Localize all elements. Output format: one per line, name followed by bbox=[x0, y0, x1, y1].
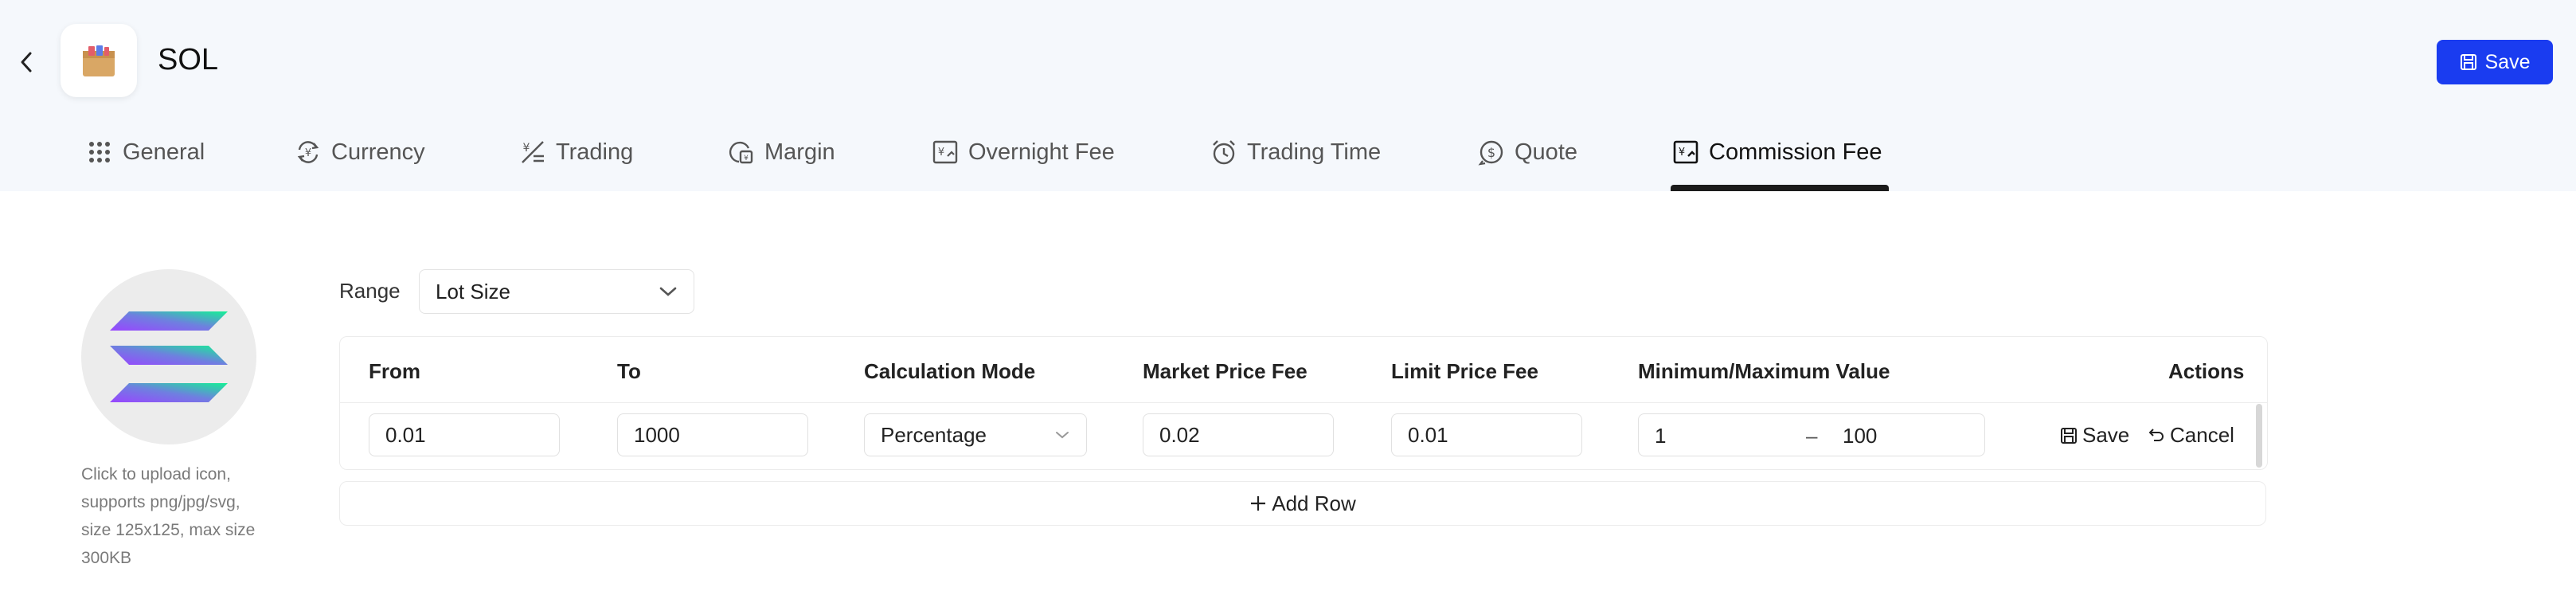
solana-logo-icon bbox=[110, 311, 228, 402]
from-value: 0.01 bbox=[385, 422, 426, 447]
svg-text:¥: ¥ bbox=[305, 147, 311, 159]
tab-label: Overnight Fee bbox=[968, 139, 1115, 165]
column-header-actions: Actions bbox=[2168, 359, 2245, 383]
overnight-fee-icon: ¥ bbox=[932, 139, 959, 166]
min-value: 1 bbox=[1655, 424, 1667, 448]
currency-exchange-icon: ¥ bbox=[295, 139, 322, 166]
page-title: SOL bbox=[158, 43, 219, 76]
save-button-label: Save bbox=[2484, 50, 2531, 73]
range-separator: – bbox=[1806, 424, 1818, 448]
plus-icon bbox=[1251, 496, 1266, 511]
tab-quote[interactable]: $ Quote bbox=[1478, 132, 1577, 172]
row-save-label: Save bbox=[2082, 423, 2130, 447]
range-label: Range bbox=[339, 279, 401, 303]
range-value: Lot Size bbox=[436, 279, 510, 303]
column-header-calculation-mode: Calculation Mode bbox=[864, 359, 1036, 383]
row-cancel-button[interactable]: Cancel bbox=[2148, 423, 2234, 448]
calculation-mode-value: Percentage bbox=[881, 422, 987, 447]
tab-label: Margin bbox=[764, 139, 835, 165]
commission-table: From To Calculation Mode Market Price Fe… bbox=[339, 336, 2268, 470]
quote-icon: $ bbox=[1478, 139, 1505, 166]
table-scrollbar[interactable] bbox=[2256, 404, 2262, 468]
column-header-market-price-fee: Market Price Fee bbox=[1143, 359, 1308, 383]
tab-commission-fee[interactable]: ¥ Commission Fee bbox=[1672, 132, 1882, 172]
svg-text:$: $ bbox=[1487, 145, 1495, 160]
active-tab-indicator bbox=[1671, 185, 1889, 191]
alarm-clock-icon bbox=[1210, 139, 1237, 166]
add-row-button[interactable]: Add Row bbox=[339, 481, 2266, 526]
range-select[interactable]: Lot Size bbox=[419, 269, 694, 314]
tab-general[interactable]: General bbox=[86, 132, 205, 172]
tab-label: Quote bbox=[1515, 139, 1577, 165]
add-row-label: Add Row bbox=[1272, 491, 1356, 515]
chevron-down-icon bbox=[659, 287, 677, 296]
chevron-down-icon bbox=[1056, 432, 1069, 439]
tab-label: Trading bbox=[556, 139, 634, 165]
max-value: 100 bbox=[1843, 424, 1878, 448]
column-header-to: To bbox=[617, 359, 641, 383]
market-price-fee-input[interactable]: 0.02 bbox=[1143, 413, 1334, 456]
tab-margin[interactable]: ¥ Margin bbox=[728, 132, 835, 172]
calculation-mode-select[interactable]: Percentage bbox=[864, 413, 1087, 456]
save-button[interactable]: Save bbox=[2437, 40, 2553, 84]
tab-label: Trading Time bbox=[1247, 139, 1382, 165]
column-header-from: From bbox=[369, 359, 420, 383]
back-button[interactable] bbox=[11, 46, 43, 78]
to-value: 1000 bbox=[634, 422, 680, 447]
column-header-limit-price-fee: Limit Price Fee bbox=[1391, 359, 1538, 383]
header-bar: SOL Save General ¥ Currency ¥ Trading ¥ … bbox=[0, 0, 2576, 191]
market-price-fee-value: 0.02 bbox=[1159, 422, 1200, 447]
save-icon bbox=[2061, 427, 2077, 444]
tab-label: Currency bbox=[331, 139, 425, 165]
svg-text:¥: ¥ bbox=[938, 147, 944, 159]
trading-icon: ¥ bbox=[519, 139, 546, 166]
tab-bar: General ¥ Currency ¥ Trading ¥ Margin ¥ … bbox=[0, 119, 2576, 191]
column-header-min-max-value: Minimum/Maximum Value bbox=[1638, 359, 1890, 383]
tab-label: Commission Fee bbox=[1709, 139, 1882, 165]
upload-hint: Click to upload icon, supports png/jpg/s… bbox=[81, 465, 256, 567]
app-icon bbox=[61, 24, 137, 97]
from-input[interactable]: 0.01 bbox=[369, 413, 560, 456]
row-cancel-label: Cancel bbox=[2170, 423, 2234, 447]
to-input[interactable]: 1000 bbox=[617, 413, 808, 456]
row-save-button[interactable]: Save bbox=[2060, 423, 2129, 448]
grid-icon bbox=[86, 139, 113, 166]
chevron-left-icon bbox=[21, 52, 32, 72]
tab-label: General bbox=[123, 139, 205, 165]
box-icon bbox=[83, 45, 115, 76]
logo-upload[interactable] bbox=[81, 269, 256, 444]
row-divider bbox=[340, 402, 2267, 403]
tab-overnight-fee[interactable]: ¥ Overnight Fee bbox=[932, 132, 1115, 172]
margin-icon: ¥ bbox=[728, 139, 755, 166]
svg-text:¥: ¥ bbox=[523, 142, 530, 155]
tab-currency[interactable]: ¥ Currency bbox=[295, 132, 425, 172]
limit-price-fee-value: 0.01 bbox=[1408, 422, 1448, 447]
commission-fee-icon: ¥ bbox=[1672, 139, 1699, 166]
min-max-range-input[interactable]: 1 – 100 bbox=[1638, 413, 1985, 456]
svg-text:¥: ¥ bbox=[744, 155, 749, 162]
limit-price-fee-input[interactable]: 0.01 bbox=[1391, 413, 1582, 456]
undo-icon bbox=[2148, 428, 2164, 441]
svg-text:¥: ¥ bbox=[1679, 147, 1685, 159]
save-icon bbox=[2460, 54, 2476, 70]
tab-trading-time[interactable]: Trading Time bbox=[1210, 132, 1381, 172]
tab-trading[interactable]: ¥ Trading bbox=[519, 132, 633, 172]
